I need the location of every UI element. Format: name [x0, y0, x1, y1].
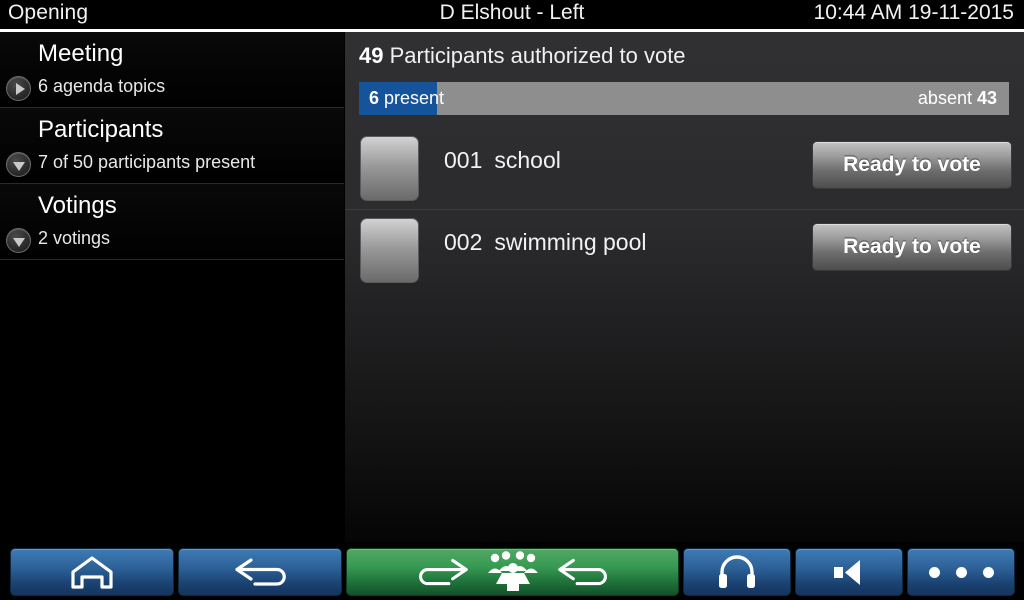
sidebar-item-participants-title: Participants: [38, 116, 164, 143]
voting-thumbnail: [360, 218, 419, 283]
more-button[interactable]: [907, 548, 1015, 596]
triangle-down-icon[interactable]: [6, 152, 31, 177]
title-bar: Opening D Elshout - Left 10:44 AM 19-11-…: [0, 0, 1024, 29]
voting-index: 002: [444, 229, 483, 255]
delegate-group-icon: [487, 551, 538, 591]
panel-title: 49 Participants authorized to vote: [359, 43, 686, 69]
authorized-count: 49: [359, 43, 384, 68]
absent-label: absent 43: [918, 88, 997, 109]
voting-name: school: [494, 147, 561, 173]
voting-name: swimming pool: [494, 229, 647, 255]
bottom-toolbar: [0, 545, 1024, 600]
back-arrow-icon: [235, 558, 286, 586]
voting-row[interactable]: 001 school Ready to vote: [345, 128, 1024, 210]
sidebar-item-meeting[interactable]: Meeting 6 agenda topics: [0, 32, 344, 108]
present-text: present: [379, 88, 445, 108]
speaker-icon: [834, 560, 860, 585]
voting-label: 002 swimming pool: [444, 229, 646, 256]
voting-list: 001 school Ready to vote 002 swimming pool…: [345, 128, 1024, 292]
triangle-down-icon[interactable]: [6, 228, 31, 253]
absent-text: absent: [917, 88, 977, 108]
center-button[interactable]: [346, 548, 679, 596]
ellipsis-icon: [928, 566, 994, 578]
present-label: 6 present: [369, 88, 444, 109]
present-count: 6: [369, 88, 380, 108]
back-arrow-icon: [557, 558, 607, 586]
titlebar-datetime: 10:44 AM 19-11-2015: [813, 1, 1014, 24]
back-button[interactable]: [178, 548, 342, 596]
headphones-icon: [719, 555, 755, 588]
home-button[interactable]: [10, 548, 174, 596]
forward-arrow-icon: [418, 558, 468, 586]
voting-thumbnail: [360, 136, 419, 201]
voting-label: 001 school: [444, 147, 561, 174]
absent-count: 43: [976, 88, 997, 108]
sidebar-item-meeting-subtitle: 6 agenda topics: [38, 76, 166, 96]
voting-index: 001: [444, 147, 483, 173]
sidebar-item-votings[interactable]: Votings 2 votings: [0, 184, 344, 260]
voting-row[interactable]: 002 swimming pool Ready to vote: [345, 210, 1024, 292]
authorized-label: Participants authorized to vote: [383, 43, 686, 68]
sidebar-item-participants-subtitle: 7 of 50 participants present: [38, 152, 256, 172]
home-icon: [71, 556, 113, 589]
application-window: Opening D Elshout - Left 10:44 AM 19-11-…: [0, 0, 1024, 600]
audio-button[interactable]: [683, 548, 791, 596]
ready-to-vote-button[interactable]: Ready to vote: [812, 141, 1012, 189]
sidebar-item-participants[interactable]: Participants 7 of 50 participants presen…: [0, 108, 344, 184]
sidebar-item-meeting-title: Meeting: [38, 40, 124, 67]
sidebar: Meeting 6 agenda topics Participants 7 o…: [0, 32, 344, 574]
ready-to-vote-button[interactable]: Ready to vote: [812, 223, 1012, 271]
volume-button[interactable]: [795, 548, 903, 596]
play-triangle-right-icon[interactable]: [6, 76, 31, 101]
sidebar-empty-area: [0, 292, 344, 574]
sidebar-item-votings-title: Votings: [38, 192, 117, 219]
main-panel: 49 Participants authorized to vote 6 pre…: [345, 32, 1024, 542]
attendance-progress-bar: 6 present absent 43: [359, 82, 1009, 115]
sidebar-item-votings-subtitle: 2 votings: [38, 228, 111, 248]
panel-header: 49 Participants authorized to vote: [345, 32, 1024, 78]
